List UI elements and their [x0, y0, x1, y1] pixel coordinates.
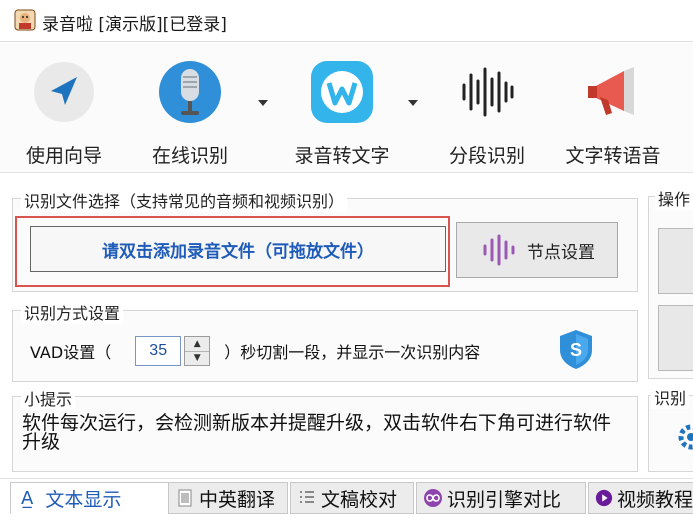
megaphone-icon: [588, 67, 634, 115]
tab-label: 视频教程: [616, 488, 693, 511]
recording-to-text-button[interactable]: 录音转文字: [282, 53, 402, 167]
wave-icon: [483, 234, 515, 266]
tab-label: 文稿校对: [321, 488, 398, 511]
recognition-mode-legend: 识别方式设置: [21, 300, 124, 324]
spin-down-icon[interactable]: ▼: [185, 350, 210, 366]
engine-legend: 识别: [651, 385, 690, 409]
gear-icon: [678, 424, 693, 450]
vad-spinner[interactable]: ▲ ▼: [184, 336, 211, 366]
segment-recognition-label: 分段识别: [448, 145, 525, 167]
window-title: 录音啦 [演示版][已登录]: [42, 15, 227, 35]
text-to-speech-button[interactable]: 文字转语音: [556, 53, 670, 167]
text-a-icon: A̲: [21, 487, 34, 509]
sound-wave-icon: [462, 67, 514, 117]
online-recognition-label: 在线识别: [151, 145, 228, 167]
app-logo-icon: [14, 9, 36, 31]
operation-button-1[interactable]: [658, 228, 693, 294]
toolbar: 使用向导 在线识别 录音转文字 分段识别 文字转语音: [0, 43, 693, 173]
tab-bar: A̲ 文本显示 中英翻译 文稿校对 识别引擎对比 视频教程: [0, 478, 693, 529]
add-file-button[interactable]: 请双击添加录音文件（可拖放文件）: [30, 226, 446, 272]
tab-label: 文本显示: [45, 488, 122, 511]
w-logo-icon: [311, 61, 373, 123]
tab-translate[interactable]: 中英翻译: [168, 482, 288, 514]
play-icon: [595, 489, 613, 507]
tab-label: 识别引擎对比: [447, 488, 562, 511]
title-bar: 录音啦 [演示版][已登录]: [0, 0, 693, 42]
vad-setting-row: VAD设置（ ▲ ▼ ）秒切割一段，并显示一次识别内容: [30, 335, 480, 367]
node-settings-button[interactable]: 节点设置: [456, 222, 618, 278]
tab-label: 中英翻译: [199, 488, 276, 511]
tab-proofread[interactable]: 文稿校对: [290, 482, 414, 514]
svg-text:S: S: [570, 340, 582, 360]
operation-legend: 操作: [655, 186, 693, 210]
navigation-arrow-icon: [34, 62, 94, 122]
vad-seconds-input[interactable]: [135, 336, 182, 366]
list-icon: [300, 491, 314, 503]
tab-text-display[interactable]: A̲ 文本显示: [10, 482, 170, 514]
tab-engine-compare[interactable]: 识别引擎对比: [416, 482, 586, 514]
online-recognition-dropdown-icon[interactable]: [258, 100, 268, 106]
tip-text: 软件每次运行，会检测新版本并提醒升级，双击软件右下角可进行软件升级: [22, 412, 612, 453]
text-to-speech-label: 文字转语音: [565, 145, 661, 167]
segment-recognition-button[interactable]: 分段识别: [436, 53, 538, 167]
vad-prefix-label: VAD设置（: [30, 343, 112, 362]
infinity-icon: [424, 489, 442, 507]
guide-button[interactable]: 使用向导: [10, 53, 118, 167]
node-settings-label: 节点设置: [527, 242, 595, 263]
tab-video-tutorial[interactable]: 视频教程: [588, 482, 693, 514]
guide-label: 使用向导: [25, 145, 102, 167]
spin-up-icon[interactable]: ▲: [185, 337, 209, 351]
engine-group: 识别: [648, 385, 693, 472]
online-recognition-button[interactable]: 在线识别: [136, 53, 244, 167]
tips-legend: 小提示: [21, 386, 76, 410]
file-select-legend: 识别文件选择（支持常见的音频和视频识别）: [21, 188, 348, 212]
recording-to-text-label: 录音转文字: [294, 145, 390, 167]
microphone-icon: [159, 61, 221, 123]
operation-button-2[interactable]: [658, 305, 693, 371]
recording-to-text-dropdown-icon[interactable]: [408, 100, 418, 106]
shield-icon: S: [560, 330, 592, 369]
document-icon: [178, 489, 192, 507]
vad-suffix-label: ）秒切割一段，并显示一次识别内容: [224, 343, 481, 362]
